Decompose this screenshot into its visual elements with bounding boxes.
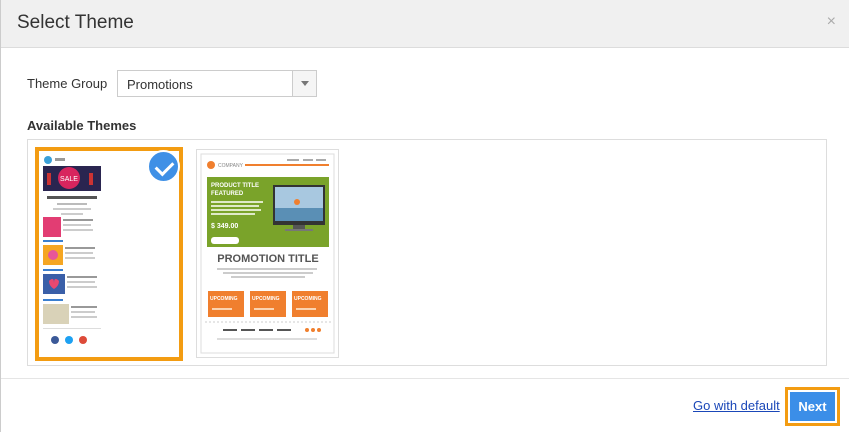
chevron-down-icon[interactable] [292, 71, 316, 96]
theme-2-promo-title: PROMOTION TITLE [217, 253, 318, 265]
theme-group-label: Theme Group [27, 76, 108, 91]
available-themes-label: Available Themes [27, 118, 137, 133]
theme-2-upcoming-3: UPCOMING [294, 296, 322, 302]
next-button-highlight: Next [785, 387, 840, 426]
theme-2-featured: FEATURED [211, 191, 244, 197]
theme-group-value: Promotions [127, 77, 193, 92]
theme-2-preview: COMPANY PRODUCT TITLE FEATURED $ 349.00 [200, 153, 335, 354]
footer-divider [1, 378, 849, 379]
theme-2-upcoming-1: UPCOMING [210, 296, 238, 302]
dialog-header: Select Theme × [1, 0, 849, 48]
close-icon[interactable]: × [827, 14, 836, 30]
next-button[interactable]: Next [790, 392, 835, 421]
theme-2-company-text: COMPANY [218, 163, 244, 169]
select-theme-dialog: Select Theme × Theme Group Promotions Av… [0, 0, 849, 432]
theme-group-select[interactable]: Promotions [117, 70, 317, 97]
theme-card-2[interactable]: COMPANY PRODUCT TITLE FEATURED $ 349.00 [196, 149, 339, 358]
themes-container: SALE COMPANY PRODUCT TITLE FEATURED $ 34… [27, 139, 827, 366]
dialog-title: Select Theme [17, 12, 134, 33]
theme-2-product-title: PRODUCT TITLE [211, 183, 259, 189]
theme-2-price: $ 349.00 [211, 223, 238, 230]
theme-card-1[interactable]: SALE [35, 147, 183, 361]
selected-check-icon [147, 150, 180, 183]
theme-2-upcoming-2: UPCOMING [252, 296, 280, 302]
go-with-default-link[interactable]: Go with default [693, 398, 780, 413]
theme-1-sale-text: SALE [60, 176, 78, 183]
